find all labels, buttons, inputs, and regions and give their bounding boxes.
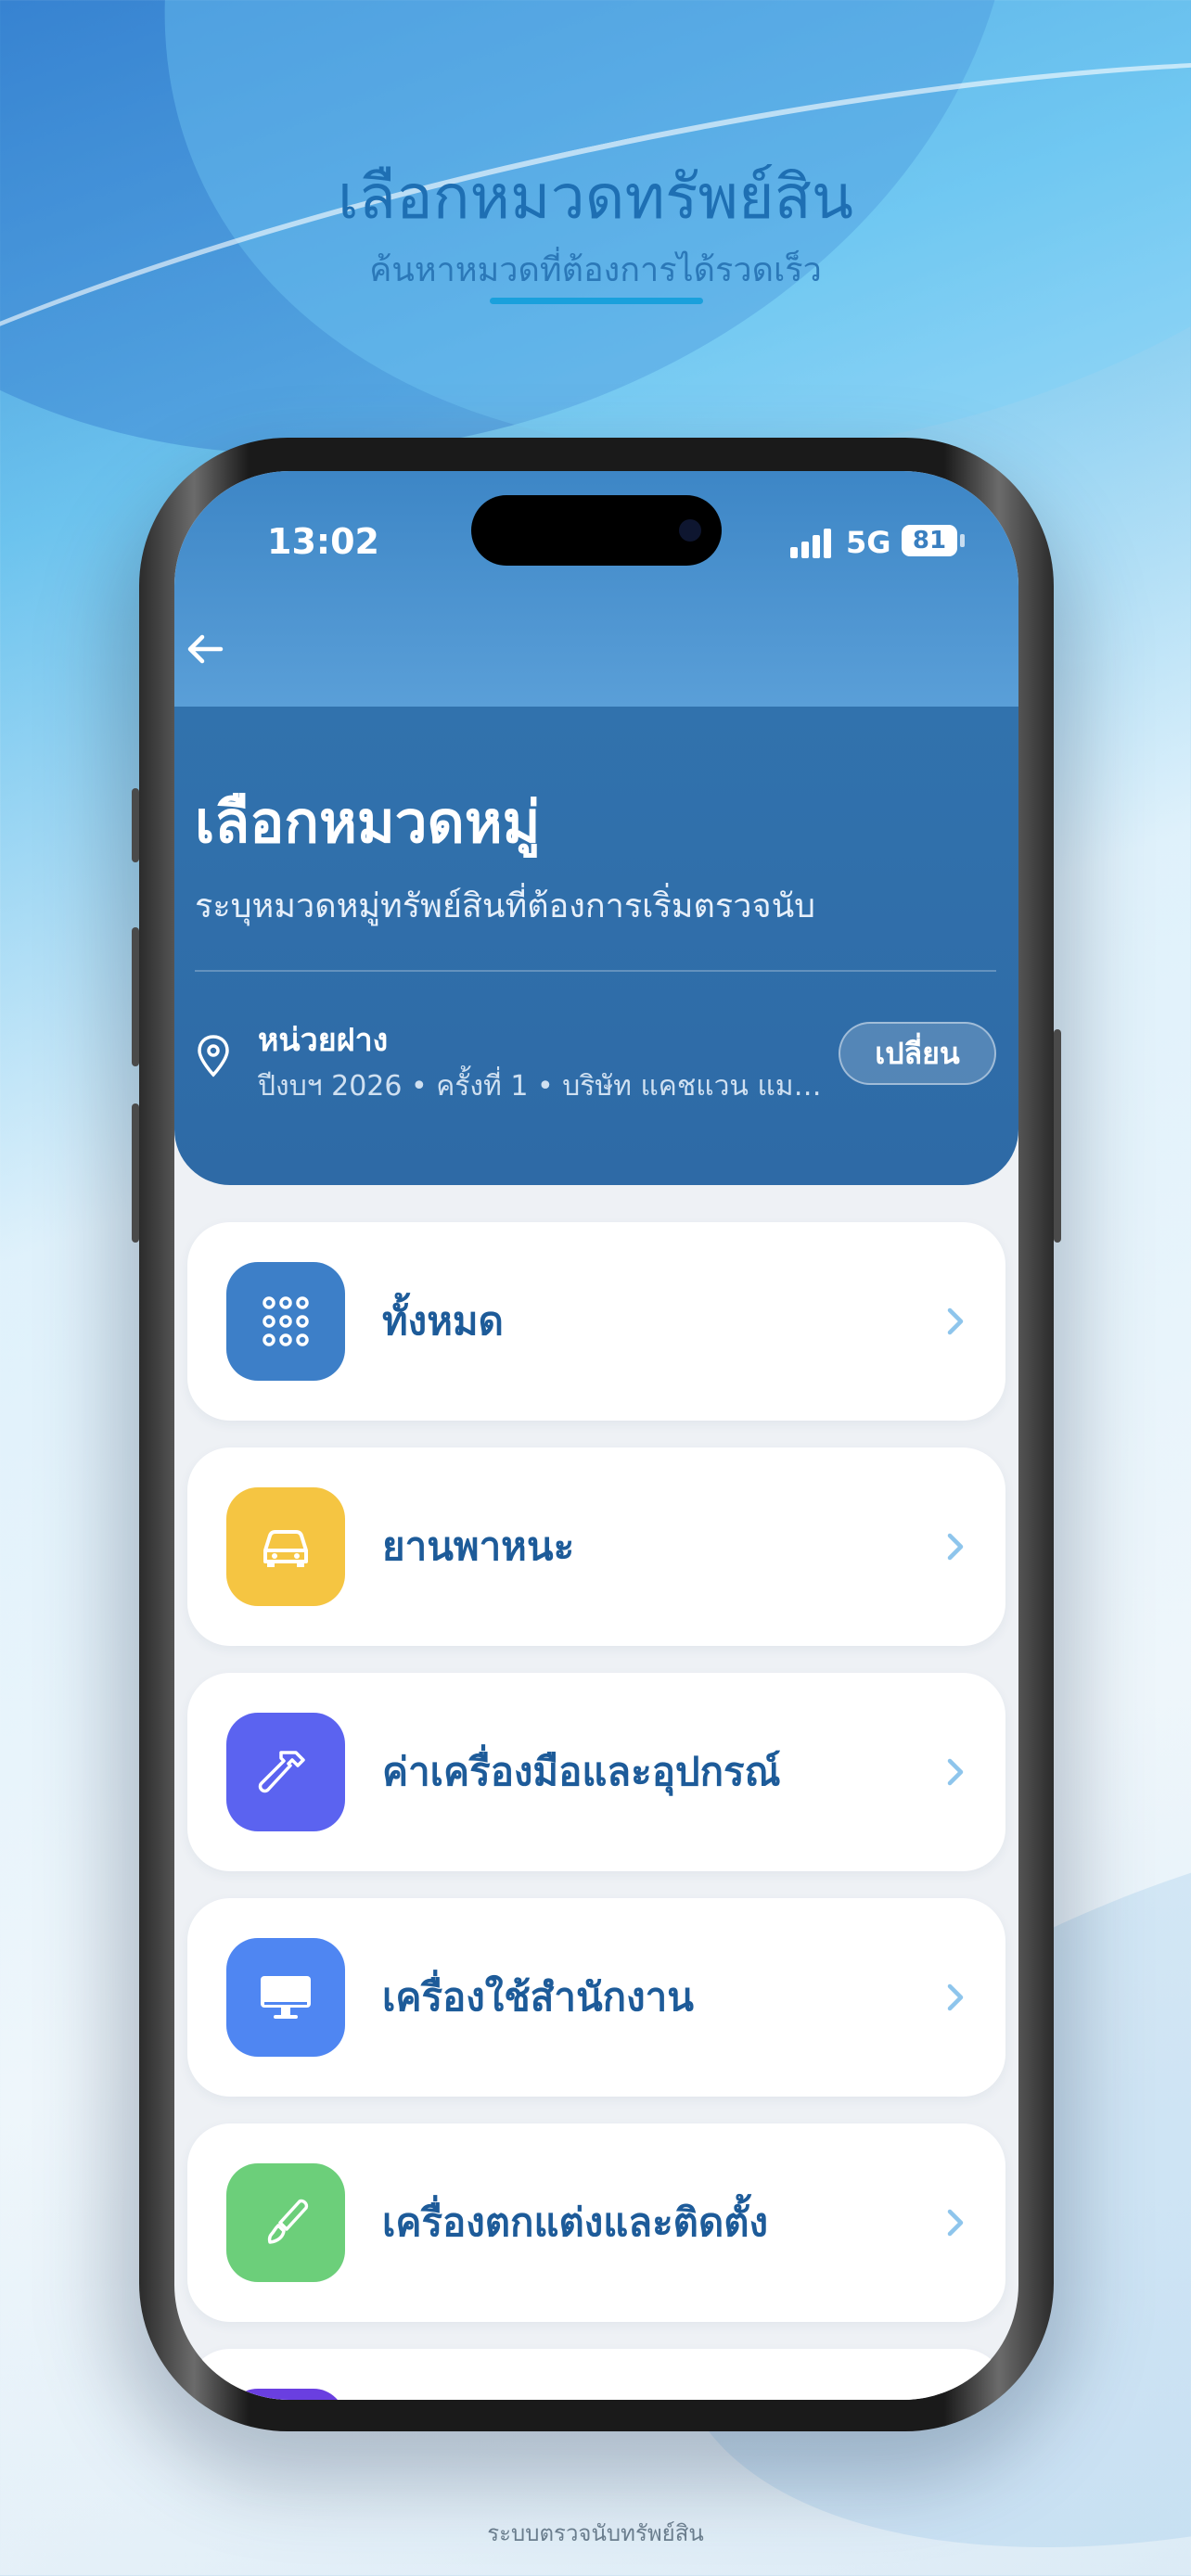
status-time: 13:02 xyxy=(267,521,379,562)
category-label: ค่าเครื่องมือและอุปกรณ์ xyxy=(382,1749,781,1794)
battery-icon: 81 xyxy=(902,525,957,556)
chevron-right-icon xyxy=(947,1533,964,1561)
location-pin-icon xyxy=(198,1035,229,1078)
page-subtitle: ระบุหมวดหมู่ทรัพย์สินที่ต้องการเริ่มตรวจ… xyxy=(195,887,816,925)
brush-icon xyxy=(226,2163,345,2282)
promo-subtitle: ค้นหาหมวดที่ต้องการได้รวดเร็ว xyxy=(369,251,822,289)
category-icon xyxy=(226,2389,345,2400)
footer-text: ระบบตรวจนับทรัพย์สิน xyxy=(487,2520,704,2546)
battery-tip xyxy=(960,534,965,547)
monitor-icon xyxy=(226,1938,345,2057)
change-location-button[interactable]: เปลี่ยน xyxy=(839,1022,996,1085)
phone-screen: 13:02 5G 81 เลือกหมวดหมู่ ระบุหมวดหมู่ทร… xyxy=(174,471,1018,2400)
location-detail: ปีงบฯ 2026 • ครั้งที่ 1 • บริษัท แคชแวน … xyxy=(258,1070,833,1103)
category-card-office[interactable]: เครื่องใช้สำนักงาน xyxy=(187,1898,1005,2097)
location-name: หน่วยฝาง xyxy=(258,1022,389,1059)
signal-icon xyxy=(790,527,837,558)
back-button[interactable] xyxy=(180,623,232,675)
category-card-partial[interactable] xyxy=(187,2349,1005,2400)
action-button xyxy=(132,788,139,862)
divider xyxy=(195,970,996,972)
grid-icon xyxy=(226,1262,345,1381)
chevron-right-icon xyxy=(947,2209,964,2237)
arrow-left-icon xyxy=(187,634,224,664)
car-icon xyxy=(226,1487,345,1606)
category-label: เครื่องตกแต่งและติดตั้ง xyxy=(382,2200,769,2245)
category-label: ทั้งหมด xyxy=(382,1298,504,1344)
promo-underline xyxy=(490,298,703,304)
power-button xyxy=(1054,1029,1061,1243)
category-label: ยานพาหนะ xyxy=(382,1524,575,1569)
promo-title: เลือกหมวดทรัพย์สิน xyxy=(337,161,854,233)
category-card-furnishings[interactable]: เครื่องตกแต่งและติดตั้ง xyxy=(187,2123,1005,2322)
category-label: เครื่องใช้สำนักงาน xyxy=(382,1974,694,2020)
chevron-right-icon xyxy=(947,1307,964,1335)
chevron-right-icon xyxy=(947,1983,964,2011)
camera-icon xyxy=(679,519,701,542)
network-label: 5G xyxy=(846,525,891,560)
volume-down-button xyxy=(132,1103,139,1243)
page-title: เลือกหมวดหมู่ xyxy=(195,788,541,856)
dynamic-island xyxy=(471,495,722,566)
category-card-vehicles[interactable]: ยานพาหนะ xyxy=(187,1447,1005,1646)
volume-up-button xyxy=(132,927,139,1066)
category-card-all[interactable]: ทั้งหมด xyxy=(187,1222,1005,1421)
hammer-icon xyxy=(226,1713,345,1831)
category-card-tools[interactable]: ค่าเครื่องมือและอุปกรณ์ xyxy=(187,1673,1005,1871)
chevron-right-icon xyxy=(947,1758,964,1786)
